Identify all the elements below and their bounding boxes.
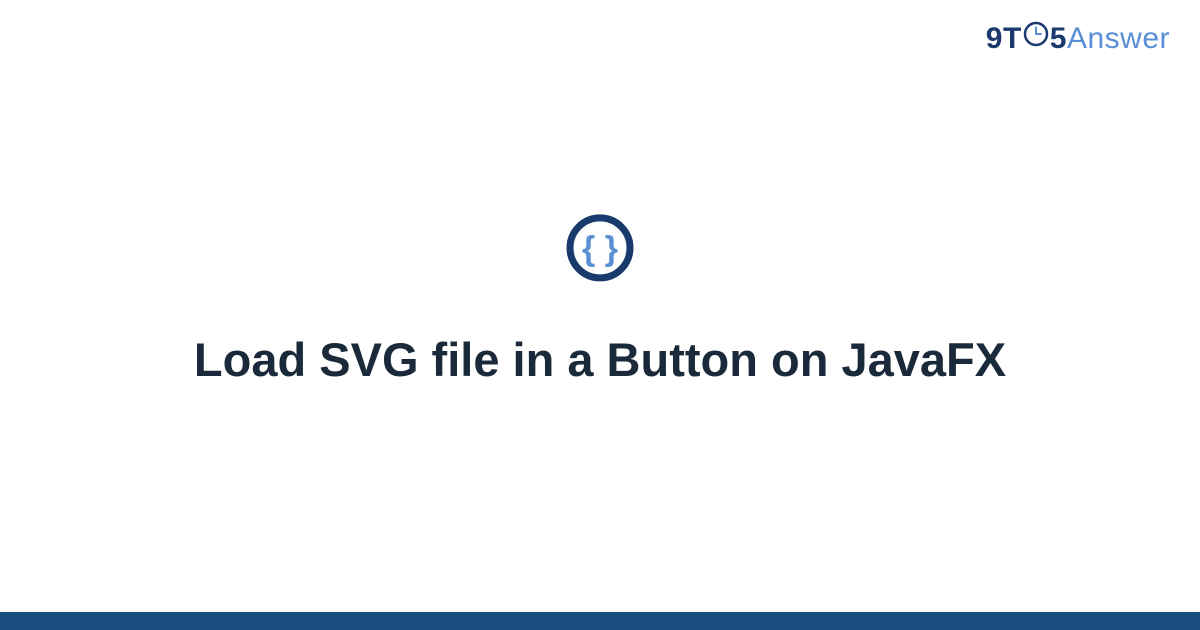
footer-bar [0,612,1200,630]
brand-logo[interactable]: 9T 5Answer [986,22,1170,57]
logo-nine: 9 [986,22,1003,55]
page-title: Load SVG file in a Button on JavaFX [150,331,1050,390]
code-braces-icon: { } [564,212,636,289]
logo-five: 5 [1050,22,1067,55]
logo-answer: Answer [1067,22,1170,55]
svg-text:{ }: { } [582,230,618,268]
clock-icon [1023,21,1049,55]
main-content: { } Load SVG file in a Button on JavaFX [0,212,1200,390]
logo-t: T [1003,22,1022,55]
